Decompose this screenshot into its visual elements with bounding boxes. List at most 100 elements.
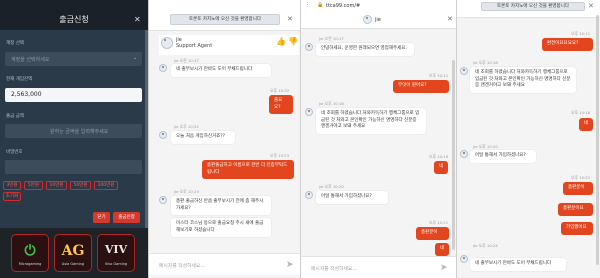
message-bubble-user: 총판분이 <box>563 182 593 195</box>
account-select[interactable]: 계정을 선택하세요 ⌄ <box>5 52 142 66</box>
thumbs-down-icon[interactable]: 👎 <box>288 37 298 46</box>
lock-icon: 🔒 <box>317 2 324 8</box>
message-bubble-user: 네 <box>435 243 449 256</box>
chip-50k[interactable]: 5만원 <box>24 181 43 190</box>
close-icon[interactable]: ✕ <box>588 2 594 10</box>
send-icon[interactable]: ➤ <box>440 263 448 273</box>
agent-avatar <box>460 150 468 158</box>
account-select-value: 계정을 선택하세요 <box>11 57 50 63</box>
menu-dots-icon[interactable]: ⋮ <box>305 2 310 8</box>
message-time: jie 오후 10:22 <box>174 124 199 129</box>
amount-placeholder: 원하는 금액을 입력해주세요 <box>50 129 109 135</box>
message-time: 오후 10:21 <box>429 220 449 225</box>
balance-label: 현재 게임잔액 <box>6 77 33 82</box>
message-bubble-user: 총판출금하고 이름으로 한번 더 인증부탁드립니다 <box>202 160 294 179</box>
welcome-notice: 토론토 카지노에 오신 것을 환영합니다 <box>481 2 585 11</box>
chip-100k[interactable]: 10만원 <box>46 181 67 190</box>
message-time: 오후 10:11 <box>571 31 591 36</box>
message-input-placeholder: 메시지를 작성하세요... <box>311 267 357 272</box>
amount-label: 출금 금액 <box>6 114 24 119</box>
submit-withdrawal-button[interactable]: 출금신청 <box>113 212 140 223</box>
message-time: jie 오후 10:20 <box>319 184 344 189</box>
agent-avatar <box>363 15 372 24</box>
url-text[interactable]: ttca99.com/# <box>326 3 360 9</box>
chat-panel-3: 토론토 카지노에 오신 것을 환영합니다 ✕ 오후 10:11 환전이요요요요?… <box>456 0 600 278</box>
balance-value: 2,563,000 <box>11 91 42 98</box>
agent-avatar <box>159 131 167 139</box>
withdrawal-title: 출금신청 <box>59 15 89 24</box>
chat-panel-1: 토론토 카지노에 오신 것을 환영합니다 ✕ jie Support Agent… <box>148 0 300 278</box>
message-bubble-agent: 네 조회를 하였습니다 처와카득하기 행체그룹으로 입금된 것 처와고 본인확인… <box>316 108 426 134</box>
message-time: jie 오후 10:18 <box>319 101 344 106</box>
amount-input[interactable]: 원하는 금액을 입력해주세요 <box>5 124 142 138</box>
chat-panel-2: ⋮ 🔒 ttca99.com/# jie ✕ jie 오전 10:17 안녕하세… <box>300 0 456 278</box>
balance-field: 2,563,000 <box>5 88 142 102</box>
withdrawal-panel: 출금신청 ✕ 계정 선택 계정을 선택하세요 ⌄ 현재 게임잔액 2,563,0… <box>0 0 148 278</box>
game-logo: AG <box>61 243 85 259</box>
agent-avatar <box>305 108 313 116</box>
welcome-notice: 토론토 카지노에 오신 것을 환영합니다 <box>170 14 280 25</box>
send-icon[interactable]: ➤ <box>286 260 294 270</box>
chip-reset[interactable]: 초기화 <box>3 192 21 201</box>
message-bubble-user: 총판분이 <box>416 227 449 240</box>
message-time: 오후 10:32 <box>270 88 290 93</box>
message-bubble-agent: 총판 출금하신 만큼 출부보시기 전에 좀 해주시가세요? <box>171 196 271 215</box>
agent-role: Support Agent <box>176 43 213 49</box>
agent-card: jie Support Agent 👍 👎 <box>159 35 299 55</box>
message-input-placeholder: 메시지를 작성하세요... <box>159 264 205 269</box>
message-time: 오후 10:21 <box>571 175 591 180</box>
chat-header: jie ✕ <box>301 11 456 29</box>
message-bubble-agent: 네 출부보시기 만바도 도어 부채드립니다 <box>470 258 566 271</box>
message-bubble-agent: 안녕하세요, 운영한 원래되으면 영업해주세요. <box>316 43 414 56</box>
browser-url-bar: ⋮ 🔒 ttca99.com/# <box>301 0 456 11</box>
message-time: jie 오후 10:24 <box>473 243 498 248</box>
chat-scrollbar[interactable] <box>452 60 455 250</box>
close-icon[interactable]: ✕ <box>134 15 141 24</box>
game-logo: VIV <box>104 243 128 256</box>
password-input[interactable] <box>5 160 142 174</box>
message-bubble-agent: 어딜 통해서 가입하셨나요? <box>470 150 536 163</box>
message-time: jie 오후 10:23 <box>174 189 199 194</box>
chip-30k[interactable]: 3만원 <box>3 181 21 190</box>
game-caption: Microgaming <box>18 262 42 266</box>
message-bubble-agent: 네 조회를 하였습니다 처와카득하기 행체그룹으로 입금된 것 처와고 본인확인… <box>470 67 576 93</box>
message-input-bar[interactable]: 메시지를 작성하세요... ➤ <box>301 256 456 278</box>
close-icon[interactable]: ✕ <box>287 15 293 23</box>
chip-500k[interactable]: 50만원 <box>70 181 91 190</box>
chat-scrollbar[interactable] <box>596 15 599 265</box>
message-bubble-user: 무엇이 원어요? <box>393 80 449 93</box>
game-caption: Asia Gaming <box>61 262 85 266</box>
agent-avatar <box>159 196 167 204</box>
message-time: 오후 10:19 <box>429 154 449 159</box>
chip-1m[interactable]: 100만원 <box>94 181 118 190</box>
game-tile-vivo-gaming[interactable]: VIV Vivo Gaming <box>97 234 135 272</box>
message-time: 오후 10:11 <box>429 73 449 78</box>
thumbs-up-icon[interactable]: 👍 <box>276 37 286 46</box>
game-tile-asia-gaming[interactable]: AG Asia Gaming <box>54 234 92 272</box>
message-bubble-agent: 오늘 처음 게임하신거죠?? <box>171 131 235 144</box>
message-bubble-user: 네 <box>434 161 448 174</box>
agent-name: jie <box>375 17 381 23</box>
message-bubble-agent: 네 출부보시기 만바도 도어 부채드립니다 <box>171 64 271 77</box>
message-bubble-user: 환전이요요요요? <box>542 38 593 51</box>
message-bubble-agent: 미스터 코스님 등으로 출금요청 주시 새에 출금 해보기로 하셨습니다 <box>171 218 271 237</box>
agent-avatar <box>159 64 167 72</box>
close-icon[interactable]: ✕ <box>447 15 453 23</box>
agent-avatar <box>305 191 313 199</box>
agent-avatar <box>460 255 468 263</box>
chevron-down-icon: ⌄ <box>133 55 138 61</box>
game-caption: Vivo Gaming <box>104 262 128 266</box>
message-bubble-user: 가입했어요 <box>561 222 593 235</box>
message-bubble-agent: 어딜 통해서 가입하셨나요? <box>316 191 388 204</box>
message-time: 오후 10:23 <box>270 153 290 158</box>
game-tile-microgaming[interactable]: ⏻ Microgaming <box>11 234 49 272</box>
password-label: 비밀번호 <box>6 150 23 155</box>
message-time: jie 오후 10:18 <box>473 60 498 65</box>
message-time: jie 오전 10:17 <box>319 36 344 41</box>
microgaming-logo-icon: ⏻ <box>24 243 36 259</box>
message-input-bar[interactable]: 메시지를 작성하세요... ➤ <box>149 253 300 275</box>
agent-avatar <box>305 43 313 51</box>
message-bubble-user: 네 <box>579 118 593 131</box>
message-bubble-user: 총판분이요 <box>558 203 593 216</box>
close-button[interactable]: 닫기 <box>93 212 110 223</box>
